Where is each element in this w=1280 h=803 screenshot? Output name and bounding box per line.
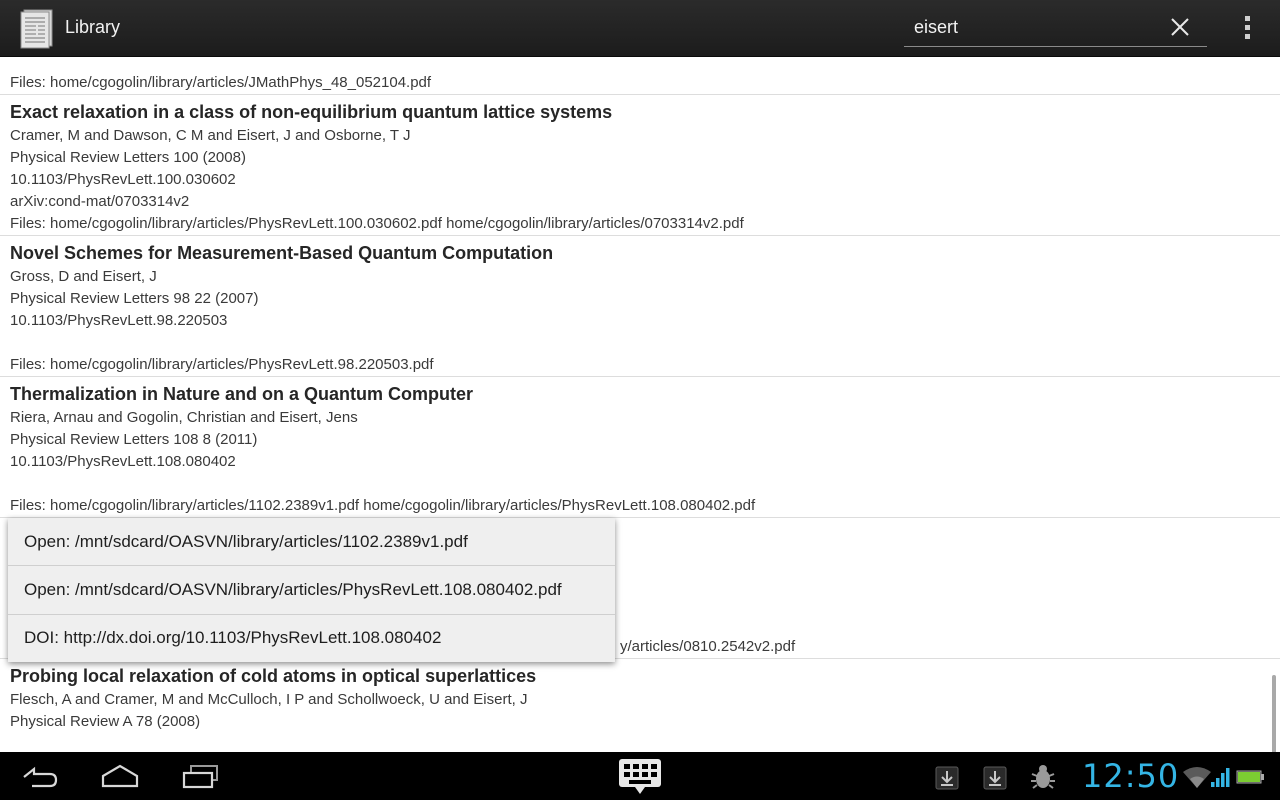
entry-files: Files: home/cgogolin/library/articles/Ph…: [10, 215, 744, 232]
entry-authors: Gross, D and Eisert, J: [10, 268, 157, 285]
entry-title: Novel Schemes for Measurement-Based Quan…: [10, 243, 554, 263]
app-title: Library: [65, 17, 121, 37]
entry-title: Thermalization in Nature and on a Quantu…: [10, 384, 474, 404]
entry-arxiv: arXiv:cond-mat/0703314v2: [10, 193, 190, 210]
keyboard-icon[interactable]: [617, 756, 663, 803]
entry-title: Probing local relaxation of cold atoms i…: [10, 666, 537, 686]
close-icon[interactable]: [1170, 17, 1190, 37]
download-icon[interactable]: [983, 766, 1007, 795]
entry-journal: Physical Review A 78 (2008): [10, 713, 201, 730]
wifi-icon: [1182, 766, 1212, 793]
list-item[interactable]: Files: home/cgogolin/library/articles/JM…: [0, 57, 1280, 95]
entry-journal: Physical Review Letters 108 8 (2011): [10, 431, 258, 448]
back-icon[interactable]: [20, 764, 60, 795]
entry-doi: 10.1103/PhysRevLett.108.080402: [10, 453, 236, 470]
list-item[interactable]: Exact relaxation in a class of non-equil…: [0, 95, 1280, 236]
home-icon[interactable]: [100, 764, 140, 795]
entry-journal: Physical Review Letters 98 22 (2007): [10, 290, 259, 307]
download-icon[interactable]: [935, 766, 959, 795]
library-document-icon[interactable]: [18, 8, 56, 50]
context-popup-menu: Open: /mnt/sdcard/OASVN/library/articles…: [8, 518, 615, 662]
list-item[interactable]: Probing local relaxation of cold atoms i…: [0, 659, 1280, 752]
action-bar: Library: [0, 0, 1280, 57]
list-item[interactable]: Novel Schemes for Measurement-Based Quan…: [0, 236, 1280, 377]
system-navigation-bar: 12:50: [0, 752, 1280, 800]
search-input[interactable]: [904, 10, 1164, 44]
cell-signal-icon: [1210, 766, 1232, 793]
scrollbar-thumb[interactable]: [1272, 675, 1276, 752]
status-clock: 12:50: [1082, 757, 1180, 795]
entry-authors: Cramer, M and Dawson, C M and Eisert, J …: [10, 127, 411, 144]
bug-icon: [1030, 764, 1056, 795]
entry-files: Files: home/cgogolin/library/articles/11…: [10, 497, 756, 514]
entry-doi: 10.1103/PhysRevLett.100.030602: [10, 171, 236, 188]
entry-doi: 10.1103/PhysRevLett.98.220503: [10, 312, 228, 329]
entry-files: y/articles/0810.2542v2.pdf: [620, 638, 796, 655]
entry-authors: Riera, Arnau and Gogolin, Christian and …: [10, 409, 358, 426]
list-item[interactable]: Thermalization in Nature and on a Quantu…: [0, 377, 1280, 518]
recent-apps-icon[interactable]: [181, 764, 221, 795]
open-pdf-menu-item[interactable]: Open: /mnt/sdcard/OASVN/library/articles…: [8, 518, 615, 566]
entry-journal: Physical Review Letters 100 (2008): [10, 149, 246, 166]
open-pdf-menu-item[interactable]: Open: /mnt/sdcard/OASVN/library/articles…: [8, 566, 615, 614]
entry-authors: Flesch, A and Cramer, M and McCulloch, I…: [10, 691, 528, 708]
entry-files: Files: home/cgogolin/library/articles/JM…: [10, 74, 432, 91]
entry-files: Files: home/cgogolin/library/articles/Ph…: [10, 356, 434, 373]
search-box: [904, 10, 1207, 47]
entry-title: Exact relaxation in a class of non-equil…: [10, 102, 613, 122]
battery-icon: [1236, 768, 1266, 791]
overflow-menu-icon[interactable]: [1240, 14, 1256, 42]
doi-link-menu-item[interactable]: DOI: http://dx.doi.org/10.1103/PhysRevLe…: [8, 614, 615, 662]
